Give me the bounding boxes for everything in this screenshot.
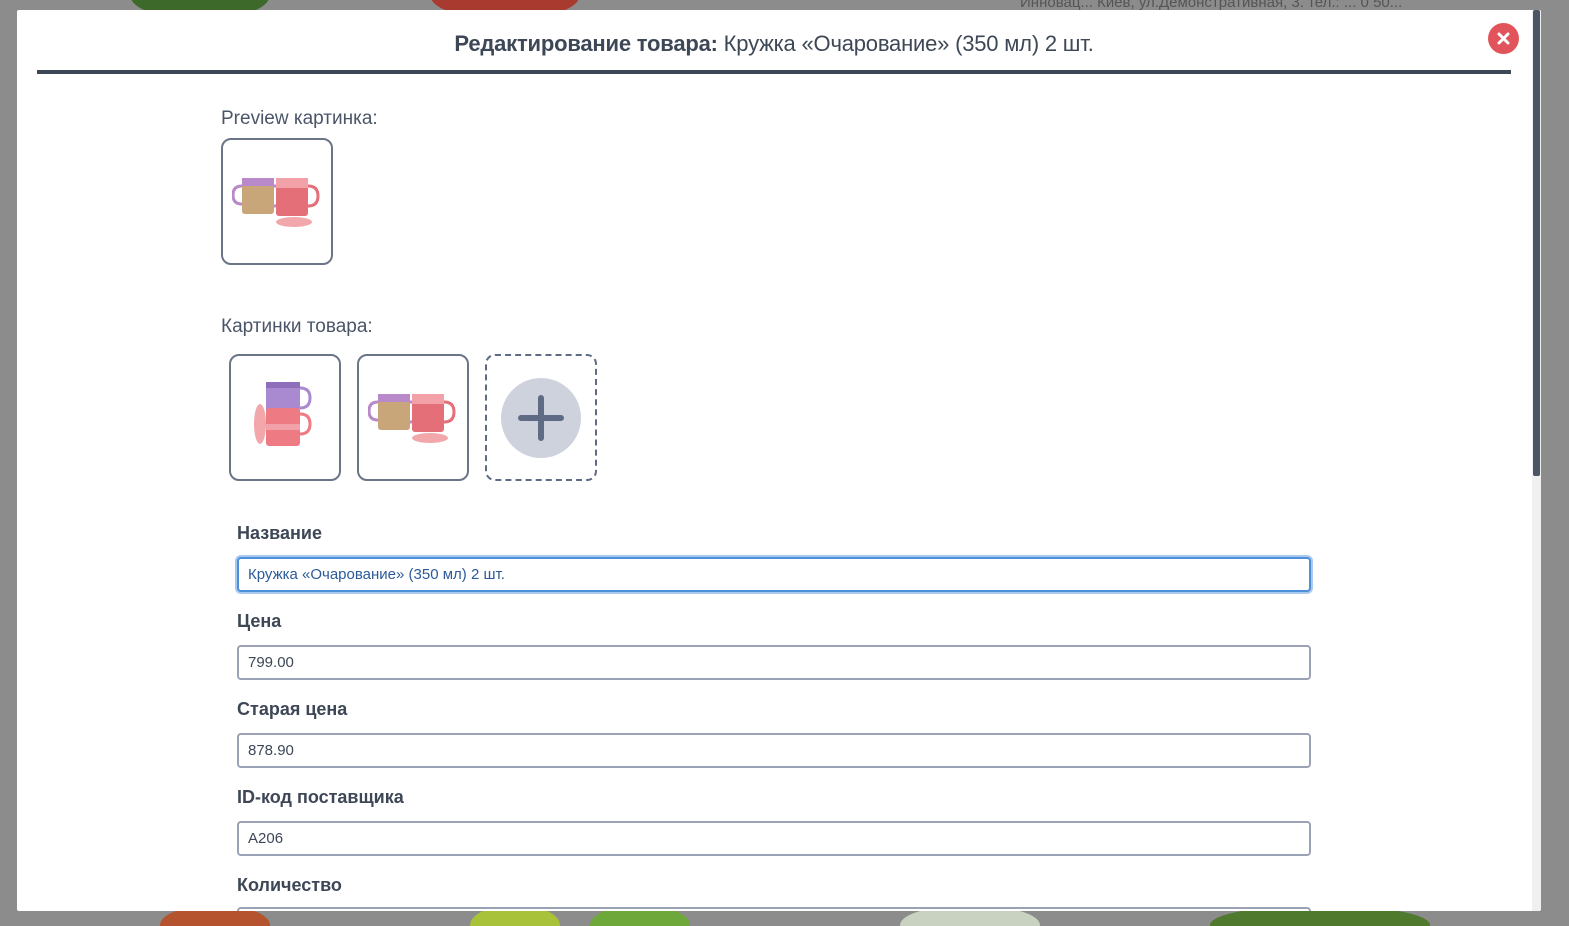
gallery-image-tile[interactable] (229, 354, 341, 481)
quantity-input[interactable] (237, 907, 1311, 911)
close-button[interactable] (1488, 23, 1519, 54)
supplier-id-label: ID-код поставщика (237, 787, 404, 807)
gallery-image-tile[interactable] (357, 354, 469, 481)
modal-header: Редактирование товара: Кружка «Очаровани… (37, 10, 1511, 74)
mugs-pair-image (232, 177, 320, 227)
mugs-pair-image (368, 393, 456, 443)
add-image-circle (501, 377, 581, 458)
close-icon (1497, 32, 1510, 45)
old-price-input[interactable] (237, 733, 1311, 768)
name-input[interactable] (237, 557, 1311, 592)
plus-icon (518, 394, 564, 441)
modal-title-product: Кружка «Очарование» (350 мл) 2 шт. (717, 31, 1094, 56)
quantity-label: Количество (237, 875, 342, 895)
preview-label: Preview картинка: (221, 108, 378, 129)
mugs-stacked-image (254, 381, 312, 446)
price-label: Цена (237, 611, 282, 631)
modal-title-prefix: Редактирование товара: (454, 31, 718, 56)
edit-product-modal: Редактирование товара: Кружка «Очаровани… (17, 10, 1541, 911)
name-label: Название (237, 523, 322, 543)
modal-title: Редактирование товара: Кружка «Очаровани… (454, 31, 1093, 57)
old-price-label: Старая цена (237, 699, 348, 719)
gallery-label: Картинки товара: (221, 316, 373, 337)
scrollbar-track[interactable] (1532, 10, 1541, 911)
supplier-id-input[interactable] (237, 821, 1311, 856)
scrollbar-thumb[interactable] (1533, 10, 1540, 476)
price-input[interactable] (237, 645, 1311, 680)
add-image-button[interactable] (485, 354, 597, 481)
preview-image-tile[interactable] (221, 138, 333, 265)
